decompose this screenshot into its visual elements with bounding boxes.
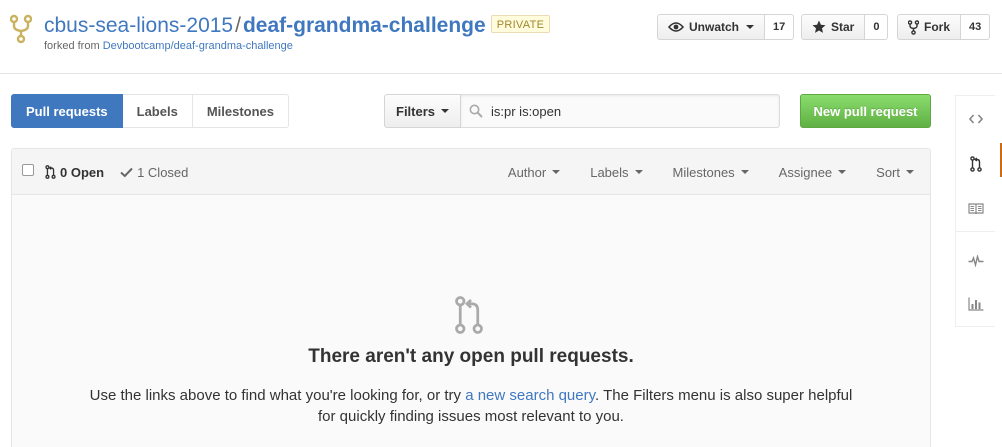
- search-icon: [469, 104, 483, 118]
- assignee-filter-label: Assignee: [778, 164, 833, 180]
- new-pull-request-button[interactable]: New pull request: [800, 94, 931, 128]
- empty-state-text-before: Use the links above to find what you're …: [89, 387, 466, 404]
- tab-pull-requests[interactable]: Pull requests: [11, 94, 123, 128]
- search-field: [461, 94, 781, 128]
- pulse-icon: [968, 255, 984, 267]
- repo-forked-icon: [10, 14, 32, 44]
- private-badge: PRIVATE: [490, 15, 551, 33]
- chevron-down-icon: [906, 170, 914, 174]
- filters-dropdown-button[interactable]: Filters: [384, 94, 462, 128]
- chevron-down-icon: [746, 25, 755, 29]
- assignee-filter[interactable]: Assignee: [778, 164, 847, 180]
- select-all-checkbox[interactable]: [22, 164, 34, 176]
- author-filter[interactable]: Author: [507, 164, 561, 180]
- closed-state-link[interactable]: 1 Closed: [120, 165, 188, 180]
- sort-filter-label: Sort: [876, 164, 900, 180]
- open-count-label: 0 Open: [60, 164, 105, 180]
- star-button[interactable]: Star: [801, 14, 866, 40]
- filters-label: Filters: [396, 103, 436, 119]
- fork-label: Fork: [924, 20, 951, 34]
- star-group: Star 0: [801, 14, 889, 40]
- repo-header: cbus-sea-lions-2015/deaf-grandma-challen…: [0, 0, 1002, 74]
- state-toggles: 0 Open 1 Closed: [45, 149, 188, 195]
- reponav-graphs[interactable]: [956, 281, 995, 326]
- path-separator: /: [235, 14, 241, 37]
- wiki-icon: [967, 202, 984, 215]
- pull-request-icon: [969, 155, 982, 172]
- star-icon: [812, 20, 826, 34]
- reponav-pull-requests[interactable]: [956, 141, 1002, 186]
- filters-search-group: Filters: [384, 94, 781, 128]
- reponav-wiki[interactable]: [956, 186, 995, 231]
- repo-name-link[interactable]: deaf-grandma-challenge: [243, 14, 486, 37]
- check-icon: [120, 167, 133, 178]
- search-input[interactable]: [491, 95, 772, 127]
- labels-filter-label: Labels: [590, 164, 629, 180]
- new-search-query-link[interactable]: a new search query: [465, 387, 595, 404]
- code-icon: [968, 113, 983, 124]
- chevron-down-icon: [634, 170, 643, 174]
- star-label: Star: [831, 20, 855, 34]
- forked-from-line: forked from Devbootcamp/deaf-grandma-cha…: [44, 40, 293, 52]
- milestones-filter-label: Milestones: [672, 164, 735, 180]
- reponav-code[interactable]: [956, 96, 995, 141]
- stargazers-count[interactable]: 0: [865, 14, 889, 40]
- empty-state-text: Use the links above to find what you're …: [82, 385, 860, 427]
- fork-group: Fork 43: [897, 14, 991, 40]
- pull-request-icon: [453, 295, 485, 335]
- labels-filter[interactable]: Labels: [590, 164, 643, 180]
- repo-title: cbus-sea-lions-2015/deaf-grandma-challen…: [44, 13, 551, 39]
- forked-from-link[interactable]: Devbootcamp/deaf-grandma-challenge: [103, 40, 293, 52]
- forks-count[interactable]: 43: [961, 14, 991, 40]
- watchers-count[interactable]: 17: [765, 14, 795, 40]
- pull-requests-table: 0 Open 1 Closed Author Labels Milestones…: [11, 148, 931, 447]
- sort-filter[interactable]: Sort: [876, 165, 914, 180]
- repo-sidebar-nav: [955, 95, 1002, 327]
- milestones-filter[interactable]: Milestones: [673, 165, 749, 180]
- empty-state-title: There aren't any open pull requests.: [308, 346, 634, 367]
- pull-request-icon: [45, 165, 56, 179]
- fork-icon: [908, 19, 919, 35]
- empty-state: There aren't any open pull requests. Use…: [12, 195, 930, 447]
- chevron-down-icon: [552, 170, 561, 174]
- graph-icon: [967, 297, 984, 311]
- unwatch-button[interactable]: Unwatch: [657, 14, 766, 40]
- chevron-down-icon: [740, 170, 749, 174]
- chevron-down-icon: [838, 170, 847, 174]
- author-filter-label: Author: [507, 164, 547, 180]
- closed-count-label: 1 Closed: [137, 164, 189, 180]
- eye-icon: [668, 21, 684, 33]
- table-filters: Author Labels Milestones Assignee Sort: [478, 149, 914, 195]
- reponav-separator: [956, 231, 995, 241]
- tab-labels[interactable]: Labels: [122, 94, 193, 128]
- chevron-down-icon: [441, 109, 450, 113]
- reponav-pulse[interactable]: [956, 241, 995, 281]
- forked-from-label: forked from: [44, 40, 100, 52]
- tab-milestones[interactable]: Milestones: [192, 94, 290, 128]
- open-state-link[interactable]: 0 Open: [45, 165, 104, 180]
- table-header: 0 Open 1 Closed Author Labels Milestones…: [12, 149, 930, 195]
- fork-button[interactable]: Fork: [897, 14, 962, 40]
- watch-group: Unwatch 17: [657, 14, 795, 40]
- subnav-tabs: Pull requests Labels Milestones: [11, 94, 290, 128]
- repo-owner-link[interactable]: cbus-sea-lions-2015: [44, 14, 233, 37]
- unwatch-label: Unwatch: [689, 20, 740, 34]
